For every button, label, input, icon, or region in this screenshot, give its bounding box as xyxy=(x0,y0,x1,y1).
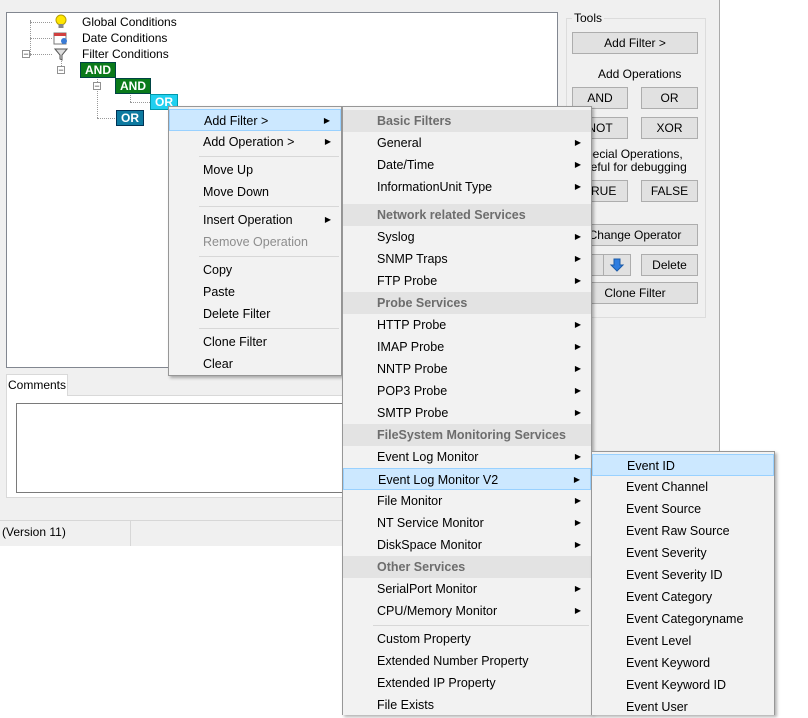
menu-item-http-probe[interactable]: HTTP Probe ▶ xyxy=(343,314,591,336)
xor-button[interactable]: XOR xyxy=(641,117,698,139)
menu-item-event-keyword-id[interactable]: Event Keyword ID xyxy=(592,674,774,696)
menu-item-extended-number-property[interactable]: Extended Number Property xyxy=(343,650,591,672)
menu-item-custom-property[interactable]: Custom Property xyxy=(343,628,591,650)
menu-item-insert-operation[interactable]: Insert Operation ▶ xyxy=(169,209,341,231)
menu-item-clear[interactable]: Clear xyxy=(169,353,341,375)
collapse-toggle[interactable]: − xyxy=(93,82,101,91)
tree-line xyxy=(130,102,150,103)
tree-line xyxy=(30,22,52,23)
menu-item-event-log-monitor-v2[interactable]: Event Log Monitor V2 ▶ xyxy=(343,468,591,490)
menu-item-ftp-probe[interactable]: FTP Probe ▶ xyxy=(343,270,591,292)
event-log-monitor-v2-submenu: Event ID Event Channel Event Source Even… xyxy=(591,451,775,715)
menu-item-event-severity[interactable]: Event Severity xyxy=(592,542,774,564)
add-filter-submenu: Basic Filters General ▶ Date/Time ▶ Inform… xyxy=(342,106,592,715)
move-down-button[interactable] xyxy=(603,254,631,276)
menu-item-file-monitor[interactable]: File Monitor ▶ xyxy=(343,490,591,512)
menu-item-event-log-monitor[interactable]: Event Log Monitor ▶ xyxy=(343,446,591,468)
menu-item-move-down[interactable]: Move Down xyxy=(169,181,341,203)
add-filter-button[interactable]: Add Filter > xyxy=(572,32,698,54)
menu-header-filesystem-services: FileSystem Monitoring Services xyxy=(343,424,591,446)
delete-button[interactable]: Delete xyxy=(641,254,698,276)
menu-item-event-categoryname[interactable]: Event Categoryname xyxy=(592,608,774,630)
menu-item-nt-service-monitor[interactable]: NT Service Monitor ▶ xyxy=(343,512,591,534)
menu-item-paste[interactable]: Paste xyxy=(169,281,341,303)
menu-item-copy[interactable]: Copy xyxy=(169,259,341,281)
arrow-down-icon xyxy=(609,258,625,272)
tab-comments[interactable]: Comments xyxy=(6,374,68,396)
menu-item-informationunit-type[interactable]: InformationUnit Type ▶ xyxy=(343,176,591,198)
menu-item-event-keyword[interactable]: Event Keyword xyxy=(592,652,774,674)
or-button[interactable]: OR xyxy=(641,87,698,109)
menu-item-nntp-probe[interactable]: NNTP Probe ▶ xyxy=(343,358,591,380)
menu-header-network-services: Network related Services xyxy=(343,204,591,226)
funnel-icon xyxy=(54,48,68,61)
menu-item-date-time[interactable]: Date/Time ▶ xyxy=(343,154,591,176)
menu-item-event-severity-id[interactable]: Event Severity ID xyxy=(592,564,774,586)
menu-item-event-id[interactable]: Event ID xyxy=(592,454,774,476)
tree-item-date-conditions[interactable]: Date Conditions xyxy=(82,31,167,45)
false-button[interactable]: FALSE xyxy=(641,180,698,202)
collapse-toggle[interactable]: − xyxy=(22,50,30,59)
menu-item-event-channel[interactable]: Event Channel xyxy=(592,476,774,498)
and-operation-node[interactable]: AND xyxy=(115,78,151,94)
tree-item-global-conditions[interactable]: Global Conditions xyxy=(82,15,177,29)
status-divider xyxy=(130,520,131,546)
tree-line xyxy=(30,38,52,39)
menu-header-basic-filters: Basic Filters xyxy=(343,110,591,132)
menu-item-event-raw-source[interactable]: Event Raw Source xyxy=(592,520,774,542)
tree-line xyxy=(97,118,117,119)
special-operations-label: Special Operations, xyxy=(578,147,683,161)
menu-item-smtp-probe[interactable]: SMTP Probe ▶ xyxy=(343,402,591,424)
menu-item-extended-ip-property[interactable]: Extended IP Property xyxy=(343,672,591,694)
version-label: (Version 11) xyxy=(2,525,66,539)
menu-item-delete-filter[interactable]: Delete Filter xyxy=(169,303,341,325)
menu-item-event-level[interactable]: Event Level xyxy=(592,630,774,652)
menu-item-move-up[interactable]: Move Up xyxy=(169,159,341,181)
tools-title: Tools xyxy=(572,11,605,25)
tree-line xyxy=(30,54,52,55)
special-operations-label-2: useful for debugging xyxy=(578,160,687,174)
lightbulb-icon xyxy=(55,14,67,28)
menu-header-other-services: Other Services xyxy=(343,556,591,578)
and-operation-node[interactable]: AND xyxy=(80,62,116,78)
or-operation-node[interactable]: OR xyxy=(116,110,144,126)
menu-item-add-operation[interactable]: Add Operation > ▶ xyxy=(169,131,341,153)
menu-item-pop3-probe[interactable]: POP3 Probe ▶ xyxy=(343,380,591,402)
menu-header-probe-services: Probe Services xyxy=(343,292,591,314)
menu-item-event-category[interactable]: Event Category xyxy=(592,586,774,608)
menu-item-diskspace-monitor[interactable]: DiskSpace Monitor ▶ xyxy=(343,534,591,556)
menu-item-serialport-monitor[interactable]: SerialPort Monitor ▶ xyxy=(343,578,591,600)
tree-item-filter-conditions[interactable]: Filter Conditions xyxy=(82,47,169,61)
menu-item-event-source[interactable]: Event Source xyxy=(592,498,774,520)
calendar-icon xyxy=(53,32,67,45)
collapse-toggle[interactable]: − xyxy=(57,66,65,75)
menu-item-snmp-traps[interactable]: SNMP Traps ▶ xyxy=(343,248,591,270)
menu-item-clone-filter[interactable]: Clone Filter xyxy=(169,331,341,353)
add-operations-label: Add Operations xyxy=(598,67,682,81)
menu-item-cpu-memory-monitor[interactable]: CPU/Memory Monitor ▶ xyxy=(343,600,591,622)
menu-item-add-filter[interactable]: Add Filter > ▶ xyxy=(169,109,341,131)
menu-item-imap-probe[interactable]: IMAP Probe ▶ xyxy=(343,336,591,358)
menu-item-general[interactable]: General ▶ xyxy=(343,132,591,154)
menu-item-file-exists[interactable]: File Exists xyxy=(343,694,591,716)
context-menu: Add Filter > ▶ Add Operation > ▶ Move Up M… xyxy=(168,106,342,376)
menu-item-syslog[interactable]: Syslog ▶ xyxy=(343,226,591,248)
menu-item-remove-operation: Remove Operation xyxy=(203,235,308,249)
